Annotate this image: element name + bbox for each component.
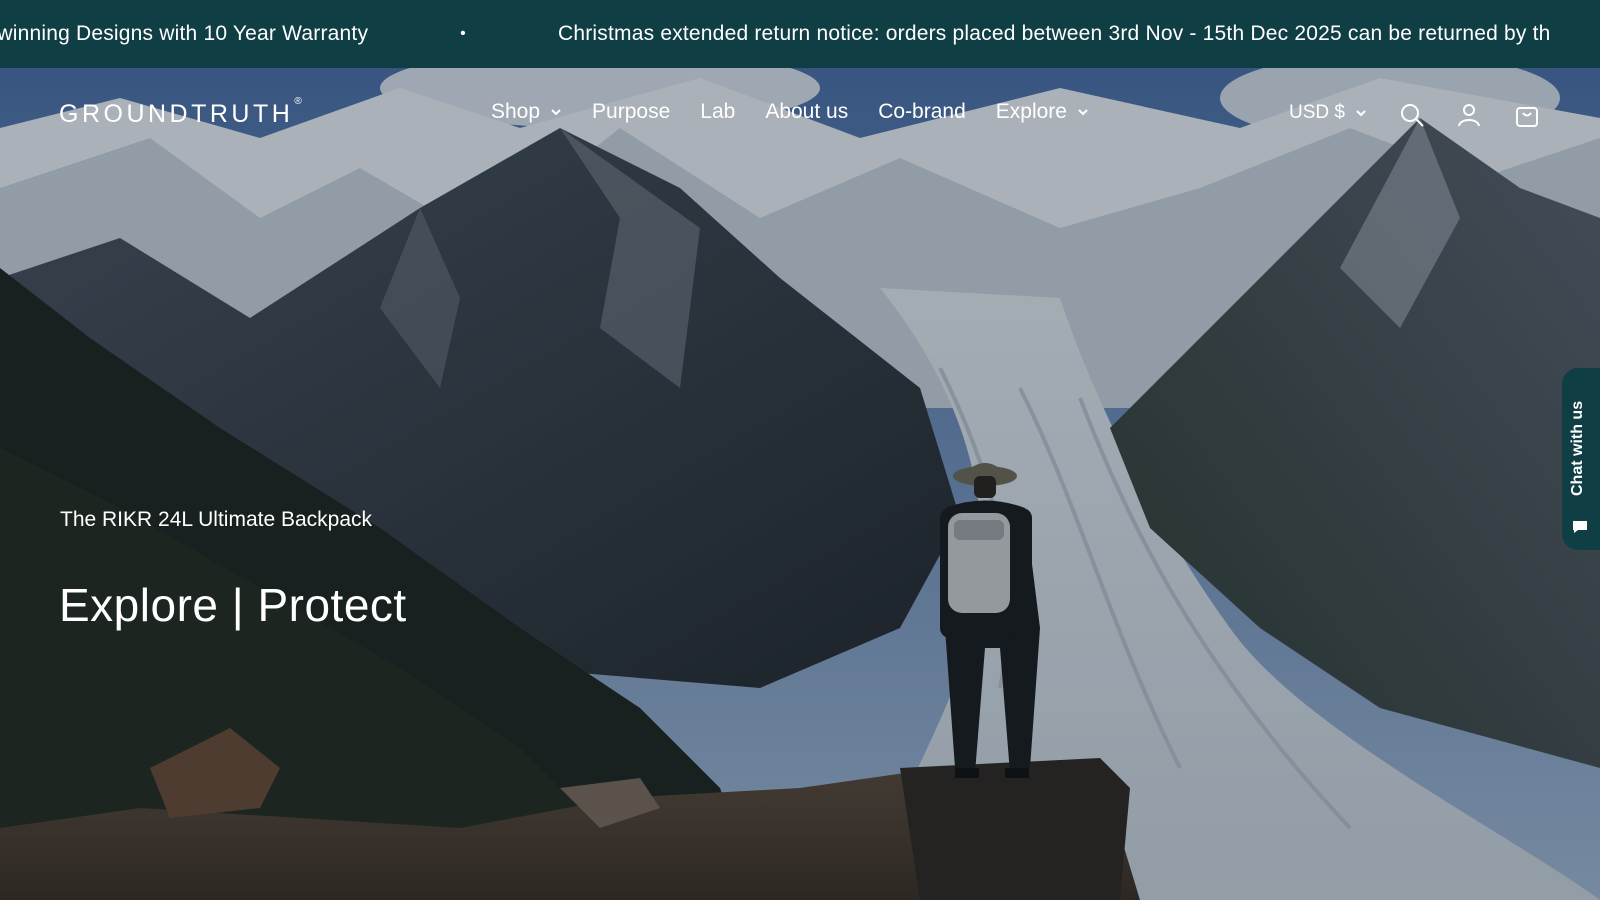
currency-label: USD $ — [1289, 102, 1345, 123]
chevron-down-icon — [551, 109, 561, 116]
announcement-item-returns[interactable]: Christmas extended return notice: orders… — [558, 22, 1551, 46]
hero-subtitle: The RIKR 24L Ultimate Backpack — [60, 508, 373, 531]
chat-label: Chat with us — [1569, 400, 1586, 496]
nav-label-shop: Shop — [491, 100, 541, 123]
currency-selector[interactable]: USD $ — [1289, 102, 1367, 124]
chevron-down-icon — [1356, 110, 1366, 117]
nav-label-explore: Explore — [995, 100, 1067, 123]
chat-bubble-icon — [1573, 521, 1587, 533]
chat-with-us-button[interactable]: Chat with us — [1562, 368, 1600, 550]
cart-icon[interactable] — [1514, 102, 1540, 128]
announcement-track: Award-winning Designs with 10 Year Warra… — [0, 0, 1551, 68]
nav-item-lab[interactable]: Lab — [700, 100, 735, 124]
account-icon[interactable] — [1456, 102, 1482, 128]
announcement-separator: • — [460, 25, 466, 42]
nav-item-cobrand[interactable]: Co-brand — [878, 100, 966, 124]
nav-label-purpose: Purpose — [592, 100, 671, 123]
announcement-bar: Award-winning Designs with 10 Year Warra… — [0, 0, 1600, 68]
chevron-down-icon — [1078, 109, 1088, 116]
nav-item-about[interactable]: About us — [765, 100, 848, 124]
nav-item-shop[interactable]: Shop — [491, 100, 562, 124]
site-header: GROUNDTRUTH® Shop Purpose Lab About us C… — [0, 68, 1600, 164]
nav-label-about: About us — [765, 100, 849, 123]
brand-logo-text: GROUNDTRUTH — [59, 100, 294, 128]
nav-label-cobrand: Co-brand — [878, 100, 966, 123]
nav-item-purpose[interactable]: Purpose — [592, 100, 670, 124]
hero-dark-overlay — [0, 68, 1600, 900]
search-icon[interactable] — [1399, 102, 1425, 128]
registered-mark: ® — [294, 96, 302, 107]
brand-logo[interactable]: GROUNDTRUTH® — [59, 96, 302, 129]
nav-item-explore[interactable]: Explore — [996, 100, 1089, 124]
announcement-item-warranty[interactable]: Award-winning Designs with 10 Year Warra… — [0, 22, 368, 46]
main-nav: Shop Purpose Lab About us Co-brand Explo… — [491, 100, 1119, 124]
hero-banner — [0, 68, 1600, 900]
nav-label-lab: Lab — [700, 100, 736, 123]
hero-title: Explore | Protect — [59, 579, 407, 631]
